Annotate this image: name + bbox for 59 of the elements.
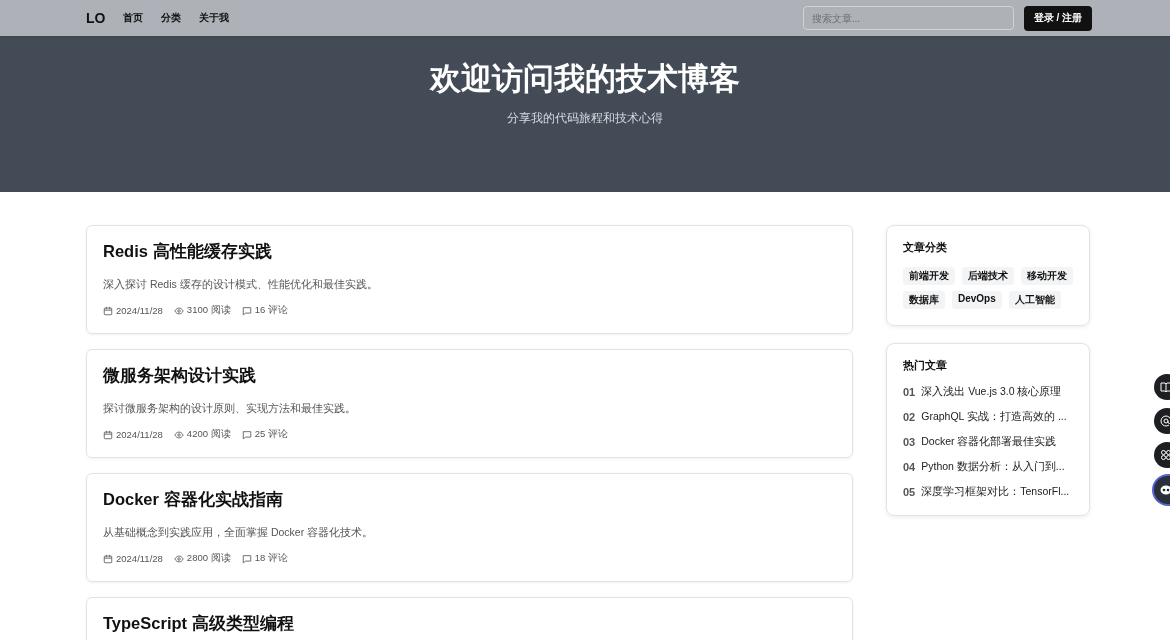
eye-icon (173, 429, 184, 440)
nav-link[interactable]: 首页 (123, 11, 144, 25)
popular-post-link[interactable]: 深入浅出 Vue.js 3.0 核心原理 (921, 385, 1062, 399)
post-card[interactable]: 微服务架构设计实践 探讨微服务架构的设计原则、实现方法和最佳实践。 2024/11/28 4200 阅读 25 评论 (86, 349, 853, 458)
comment-count: 25 评论 (254, 428, 288, 441)
card-title: 热门文章 (903, 358, 948, 373)
comment-icon (241, 553, 252, 564)
post-card[interactable]: Redis 高性能缓存实践 深入探讨 Redis 缓存的设计模式、性能优化和最佳实践。 2024/11/28 3100 阅读 16 评论 (86, 225, 853, 334)
view-count: 3100 阅读 (186, 304, 231, 317)
popular-post-link[interactable]: GraphQL 实战：打造高效的 ... (921, 410, 1067, 424)
post-date: 2024/11/28 (116, 553, 163, 564)
post-card[interactable]: TypeScript 高级类型编程 (86, 597, 853, 640)
post-card[interactable]: Docker 容器化实战指南 从基础概念到实践应用，全面掌握 Docker 容器化技术。 2024/11/28 2800 阅读 18 评论 (86, 473, 853, 582)
login-button[interactable]: 登录 / 注册 (1023, 5, 1092, 31)
site-logo[interactable]: LO (86, 10, 106, 26)
post-summary: 从基础概念到实践应用，全面掌握 Docker 容器化技术。 (103, 526, 375, 540)
post-date: 2024/11/28 (116, 429, 163, 440)
rank-number: 04 (903, 461, 916, 473)
category-tag[interactable]: 前端开发 (903, 267, 955, 285)
comment-count: 16 评论 (254, 304, 288, 317)
nav-link[interactable]: 关于我 (199, 11, 230, 25)
grid-icon (1160, 449, 1170, 461)
eye-icon (173, 305, 184, 316)
category-tag[interactable]: 人工智能 (1008, 291, 1061, 309)
card-title: 文章分类 (903, 240, 948, 255)
popular-post-link[interactable]: Docker 容器化部署最佳实践 (921, 435, 1057, 449)
category-tag[interactable]: DevOps (952, 291, 1002, 309)
post-date: 2024/11/28 (116, 305, 163, 316)
rank-number: 03 (903, 436, 916, 448)
view-count: 2800 阅读 (186, 552, 231, 565)
book-icon (1160, 381, 1170, 393)
rank-number: 01 (903, 386, 916, 398)
category-tag[interactable]: 数据库 (903, 291, 945, 309)
calendar-icon (103, 553, 113, 564)
post-summary: 探讨微服务架构的设计原则、实现方法和最佳实践。 (103, 402, 357, 416)
nav-link[interactable]: 分类 (161, 11, 182, 25)
comment-count: 18 评论 (254, 552, 288, 565)
rank-number: 02 (903, 411, 916, 423)
hero-subtitle: 分享我的代码旅程和技术心得 (507, 110, 663, 127)
search-field[interactable]: 搜索文章... (802, 6, 1014, 30)
eye-icon (173, 553, 184, 564)
post-title[interactable]: Redis 高性能缓存实践 (103, 241, 836, 263)
popular-post-link[interactable]: Python 数据分析：从入门到... (921, 460, 1065, 474)
comment-icon (241, 305, 252, 316)
post-title[interactable]: TypeScript 高级类型编程 (103, 613, 836, 635)
hero-title: 欢迎访问我的技术博客 (430, 60, 740, 98)
robot-icon (1160, 484, 1170, 496)
comment-icon (241, 429, 252, 440)
popular-post-link[interactable]: 深度学习框架对比：TensorFl... (921, 485, 1070, 499)
view-count: 4200 阅读 (186, 428, 231, 441)
calendar-icon (103, 429, 113, 440)
at-icon (1160, 415, 1170, 427)
category-tag[interactable]: 后端技术 (962, 267, 1014, 285)
post-summary: 深入探讨 Redis 缓存的设计模式、性能优化和最佳实践。 (103, 278, 379, 292)
post-title[interactable]: Docker 容器化实战指南 (103, 489, 836, 511)
post-title[interactable]: 微服务架构设计实践 (103, 365, 836, 387)
calendar-icon (103, 305, 113, 316)
category-tag[interactable]: 移动开发 (1021, 267, 1073, 285)
rank-number: 05 (903, 486, 916, 498)
